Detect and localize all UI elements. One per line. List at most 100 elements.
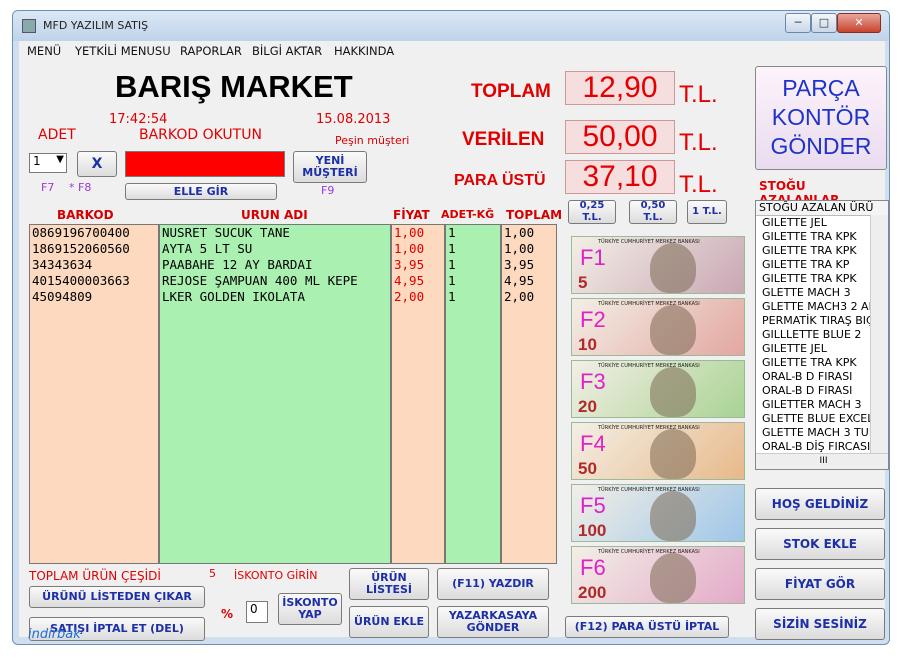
menu-raporlar[interactable]: RAPORLAR xyxy=(180,44,242,58)
table-cell: 1,00 xyxy=(504,225,535,240)
banknote-value: 10 xyxy=(578,335,597,354)
stock-list-item[interactable]: GILETTE JEL xyxy=(759,216,871,230)
menu-hakkinda[interactable]: HAKKINDA xyxy=(334,44,394,58)
stock-list-item[interactable]: GILETTE TRA KPK xyxy=(759,272,871,286)
banknote-f1-button[interactable]: TÜRKİYE CUMHURİYET MERKEZ BANKASI F1 5 xyxy=(571,236,745,294)
stock-list-item[interactable]: GILLLETTE BLUE 2 xyxy=(759,328,871,342)
table-cell: 3,95 xyxy=(504,257,535,272)
coin-1-button[interactable]: 1 T.L. xyxy=(687,200,727,224)
stock-list-item[interactable]: GILETTE TRA KPK xyxy=(759,230,871,244)
stock-list-item[interactable]: GILETTE TRA KPK xyxy=(759,244,871,258)
menu-bilgi-aktar[interactable]: BİLGİ AKTAR xyxy=(252,44,322,58)
toplam-currency: T.L. xyxy=(679,81,718,108)
table-cell: PAABAHE 12 AY BARDAI xyxy=(162,257,313,272)
stock-list-item[interactable]: ORAL-B DİŞ FIRCASI xyxy=(759,440,871,454)
urun-ekle-button[interactable]: ÜRÜN EKLE xyxy=(349,606,429,638)
portrait-icon xyxy=(650,429,696,479)
table-cell: 1 xyxy=(448,273,456,288)
elle-gir-button[interactable]: ELLE GİR xyxy=(125,183,277,200)
minimize-button[interactable]: ─ xyxy=(785,13,811,33)
stock-list-item[interactable]: PERMATİK TIRAŞ BIÇ xyxy=(759,314,871,328)
f7-label: F7 xyxy=(41,181,55,194)
menu-yetkili[interactable]: YETKİLİ MENUSU xyxy=(75,44,171,58)
yazarkasa-button[interactable]: YAZARKASAYA GÖNDER xyxy=(437,606,549,638)
clear-button[interactable]: X xyxy=(77,151,117,177)
stock-list-header: STOĞU AZALAN ÜRÜ xyxy=(756,201,888,216)
portrait-icon xyxy=(650,305,696,355)
banknote-f5-button[interactable]: TÜRKİYE CUMHURİYET MERKEZ BANKASI F5 100 xyxy=(571,484,745,542)
coin-025-button[interactable]: 0,25 T.L. xyxy=(568,200,616,224)
yeni-musteri-button[interactable]: YENİ MÜŞTERİ xyxy=(293,151,367,183)
urun-count: 5 xyxy=(209,567,216,580)
banknote-value: 20 xyxy=(578,397,597,416)
maximize-button[interactable]: □ xyxy=(811,13,837,33)
banknote-value: 50 xyxy=(578,459,597,478)
menu-menu[interactable]: MENÜ xyxy=(27,44,61,58)
stock-list[interactable]: STOĞU AZALAN ÜRÜ GILETTE JEL GILETTE TRA … xyxy=(755,200,889,470)
fiyat-gor-button[interactable]: FİYAT GÖR xyxy=(755,568,885,600)
portrait-icon xyxy=(650,243,696,293)
toplam-value: 12,90 xyxy=(565,71,675,105)
table-cell: AYTA 5 LT SU xyxy=(162,241,253,256)
barcode-input[interactable] xyxy=(125,151,285,177)
store-name: BARIŞ MARKET xyxy=(115,69,353,104)
stock-list-item[interactable]: GLETTE MACH 3 TUR xyxy=(759,426,871,440)
barkod-column[interactable]: 0869196700400 1869152060560 34343634 401540… xyxy=(29,224,159,564)
clock: 17:42:54 xyxy=(109,112,168,127)
verilen-value[interactable]: 50,00 xyxy=(565,120,675,154)
title-bar: MFD YAZILIM SATIŞ ─ □ ✕ xyxy=(13,11,889,41)
table-cell: 1 xyxy=(448,241,456,256)
header-urun-adi: URUN ADI xyxy=(241,208,308,222)
banknote-f2-button[interactable]: TÜRKİYE CUMHURİYET MERKEZ BANKASI F2 10 xyxy=(571,298,745,356)
header-fiyat: FİYAT xyxy=(393,208,430,222)
adet-select[interactable]: 1 ▼ xyxy=(29,153,67,173)
stock-list-item[interactable]: GLETTE BLUE EXCEL xyxy=(759,412,871,426)
banknote-f4-button[interactable]: TÜRKİYE CUMHURİYET MERKEZ BANKASI F4 50 xyxy=(571,422,745,480)
urun-column[interactable]: NUSRET SUCUK TANE AYTA 5 LT SU PAABAHE 12 … xyxy=(159,224,391,564)
stock-list-item[interactable]: GILETTE TRA KPK xyxy=(759,356,871,370)
para-ustu-value: 37,10 xyxy=(565,160,675,194)
adet-label: ADET xyxy=(38,127,76,143)
close-button[interactable]: ✕ xyxy=(837,13,881,33)
para-ustu-iptal-button[interactable]: (F12) PARA ÜSTÜ İPTAL xyxy=(565,616,729,638)
coin-050-button[interactable]: 0,50 T.L. xyxy=(629,200,677,224)
toplam-column[interactable]: 1,00 1,00 3,95 4,95 2,00 xyxy=(501,224,557,564)
table-cell: 2,00 xyxy=(504,289,535,304)
banknote-key: F2 xyxy=(580,307,606,332)
listeden-cikar-button[interactable]: ÜRÜNÜ LİSTEDEN ÇIKAR xyxy=(29,586,205,608)
table-cell: 2,00 xyxy=(394,289,425,304)
f8-label: * F8 xyxy=(69,181,92,194)
para-ustu-currency: T.L. xyxy=(679,171,718,198)
stock-list-item[interactable]: GILETTER MACH 3 xyxy=(759,398,871,412)
sizin-sesiniz-button[interactable]: SİZİN SESİNİZ xyxy=(755,608,885,640)
banknote-f6-button[interactable]: TÜRKİYE CUMHURİYET MERKEZ BANKASI F6 200 xyxy=(571,546,745,604)
banknote-f3-button[interactable]: TÜRKİYE CUMHURİYET MERKEZ BANKASI F3 20 xyxy=(571,360,745,418)
stock-list-item[interactable]: GILETTE JEL xyxy=(759,342,871,356)
portrait-icon xyxy=(650,491,696,541)
table-cell: LKER GOLDEN IKOLATA xyxy=(162,289,305,304)
banknote-key: F5 xyxy=(580,493,606,518)
stock-list-item[interactable]: ORAL-B D FIRASI xyxy=(759,384,871,398)
adet-column[interactable]: 11111 xyxy=(445,224,501,564)
table-cell: 3,95 xyxy=(394,257,425,272)
table-cell: 1 xyxy=(448,257,456,272)
table-cell: 1869152060560 xyxy=(32,241,130,256)
iskonto-input[interactable]: 0 xyxy=(246,601,268,623)
yazdir-button[interactable]: (F11) YAZDIR xyxy=(437,568,549,600)
parca-kontor-button[interactable]: PARÇA KONTÖR GÖNDER xyxy=(755,66,887,170)
main-content: BARIŞ MARKET 17:42:54 15.08.2013 Peşin m… xyxy=(19,61,889,641)
hos-geldiniz-button[interactable]: HOŞ GELDİNİZ xyxy=(755,488,885,520)
banknote-key: F3 xyxy=(580,369,606,394)
stock-list-item[interactable]: GLETTE MACH3 2 AD xyxy=(759,300,871,314)
stock-list-item[interactable]: ORAL-B D FIRASI xyxy=(759,370,871,384)
table-cell: 4,95 xyxy=(504,273,535,288)
vertical-scrollbar[interactable] xyxy=(870,215,888,453)
stock-list-item[interactable]: GLETTE MACH 3 xyxy=(759,286,871,300)
stock-list-item[interactable]: GILETTE TRA KP xyxy=(759,258,871,272)
table-cell: 1,00 xyxy=(504,241,535,256)
iskonto-yap-button[interactable]: İSKONTO YAP xyxy=(278,593,342,625)
urun-listesi-button[interactable]: ÜRÜN LİSTESİ xyxy=(349,568,429,600)
horizontal-scrollbar[interactable]: III xyxy=(756,453,888,469)
stok-ekle-button[interactable]: STOK EKLE xyxy=(755,528,885,560)
fiyat-column[interactable]: 1,00 1,00 3,95 4,95 2,00 xyxy=(391,224,445,564)
